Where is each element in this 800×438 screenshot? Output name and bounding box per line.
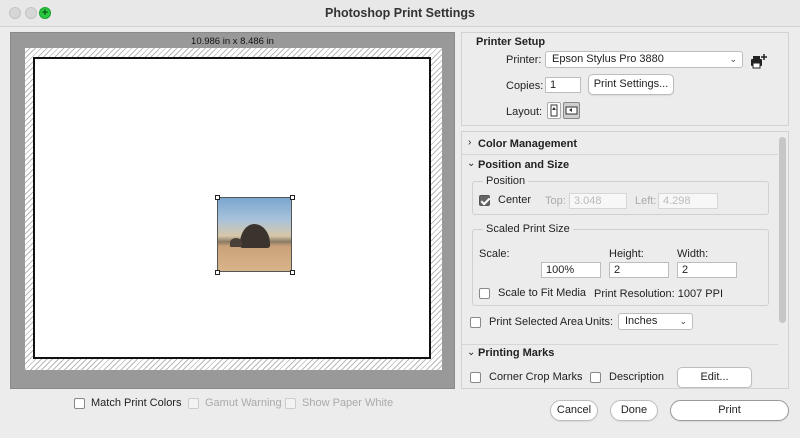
checkbox-box[interactable]	[188, 397, 199, 409]
window-title: Photoshop Print Settings	[325, 6, 475, 20]
landscape-layout-icon[interactable]	[563, 102, 580, 119]
show-paper-white-checkbox[interactable]: Show Paper White	[285, 397, 393, 409]
scaled-print-size-title: Scaled Print Size	[483, 223, 573, 235]
corner-crop-marks-checkbox[interactable]: Corner Crop Marks	[470, 371, 583, 383]
resize-handle-bottom-left[interactable]	[215, 270, 220, 275]
copies-input[interactable]: 1	[545, 77, 581, 93]
position-and-size-title[interactable]: Position and Size	[478, 159, 569, 171]
paper-size-label: 10.986 in x 8.486 in	[191, 36, 274, 47]
scaled-print-size-group: Scaled Print Size Scale: Height: Width: …	[472, 223, 769, 306]
copies-label: Copies:	[506, 80, 544, 92]
edit-description-button[interactable]: Edit...	[677, 367, 752, 388]
color-management-title[interactable]: Color Management	[478, 138, 577, 150]
printing-marks-title[interactable]: Printing Marks	[478, 347, 554, 359]
scale-to-fit-checkbox[interactable]: Scale to Fit Media	[479, 287, 586, 299]
printer-setup-panel: Printer Setup Printer: Epson Stylus Pro …	[461, 32, 789, 126]
height-input[interactable]: 2	[609, 262, 669, 278]
cancel-button[interactable]: Cancel	[550, 400, 598, 421]
gamut-warning-checkbox[interactable]: Gamut Warning	[188, 397, 282, 409]
description-checkbox[interactable]: Description	[590, 371, 664, 383]
scale-label: Scale:	[479, 248, 510, 260]
checkbox-box[interactable]	[285, 397, 296, 409]
corner-crop-marks-label: Corner Crop Marks	[489, 371, 583, 383]
photo-thumbnail[interactable]	[217, 197, 292, 272]
print-preview: 10.986 in x 8.486 in	[10, 32, 455, 389]
print-resolution-text: Print Resolution: 1007 PPI	[594, 288, 724, 300]
divider	[462, 154, 778, 155]
center-label: Center	[498, 194, 532, 206]
description-label: Description	[609, 371, 665, 383]
small-rock-shape	[230, 238, 242, 247]
chevron-down-icon: ⌄	[679, 316, 687, 326]
print-selected-area-label: Print Selected Area	[489, 316, 584, 328]
units-select-value: Inches	[625, 315, 658, 327]
print-button[interactable]: Print	[670, 400, 789, 421]
layout-label: Layout:	[506, 106, 543, 118]
print-selected-area-checkbox[interactable]: Print Selected Area	[470, 316, 583, 328]
chevron-down-icon: ⌄	[729, 54, 737, 64]
center-checkbox[interactable]: Center	[479, 194, 531, 206]
scale-to-fit-label: Scale to Fit Media	[498, 287, 587, 299]
add-printer-icon[interactable]	[750, 53, 768, 69]
resize-handle-top-right[interactable]	[290, 195, 295, 200]
divider	[462, 344, 778, 345]
checkbox-box[interactable]	[470, 371, 481, 383]
chevron-down-icon[interactable]: ⌄	[467, 158, 475, 169]
height-label: Height:	[609, 248, 644, 260]
units-select[interactable]: Inches ⌄	[618, 313, 693, 330]
title-bar: + Photoshop Print Settings	[0, 0, 800, 27]
position-group: Position Center Top: 3.048 Left: 4.298	[472, 175, 769, 215]
top-input[interactable]: 3.048	[569, 193, 627, 209]
portrait-layout-icon[interactable]	[547, 102, 561, 119]
top-label: Top:	[545, 195, 566, 207]
gamut-warning-label: Gamut Warning	[205, 397, 282, 409]
printer-select-value: Epson Stylus Pro 3880	[552, 53, 664, 65]
sea-stack-shape	[240, 224, 270, 248]
checkbox-box[interactable]	[74, 397, 85, 409]
chevron-right-icon[interactable]: ›	[468, 137, 471, 148]
settings-scroll-panel[interactable]: › Color Management ⌄ Position and Size P…	[461, 131, 789, 389]
resize-handle-bottom-right[interactable]	[290, 270, 295, 275]
printer-select[interactable]: Epson Stylus Pro 3880 ⌄	[545, 51, 743, 68]
units-label: Units:	[585, 316, 614, 328]
show-paper-white-label: Show Paper White	[302, 397, 394, 409]
checkbox-box[interactable]	[590, 371, 601, 383]
left-label: Left:	[635, 195, 657, 207]
chevron-down-icon[interactable]: ⌄	[467, 347, 475, 358]
scale-input[interactable]: 100%	[541, 262, 601, 278]
printable-area	[33, 57, 431, 359]
printer-setup-title: Printer Setup	[476, 36, 546, 48]
width-label: Width:	[677, 248, 709, 260]
resize-handle-top-left[interactable]	[215, 195, 220, 200]
done-button[interactable]: Done	[610, 400, 658, 421]
printer-label: Printer:	[506, 54, 542, 66]
left-input[interactable]: 4.298	[658, 193, 718, 209]
match-print-colors-label: Match Print Colors	[91, 397, 182, 409]
checkbox-box[interactable]	[479, 287, 490, 299]
paper-sheet	[25, 48, 442, 370]
scrollbar-thumb[interactable]	[779, 137, 786, 323]
print-settings-button[interactable]: Print Settings...	[588, 74, 674, 95]
checkbox-box[interactable]	[479, 194, 490, 206]
position-group-title: Position	[483, 175, 529, 187]
checkbox-box[interactable]	[470, 316, 481, 328]
width-input[interactable]: 2	[677, 262, 737, 278]
match-print-colors-checkbox[interactable]: Match Print Colors	[74, 397, 181, 409]
